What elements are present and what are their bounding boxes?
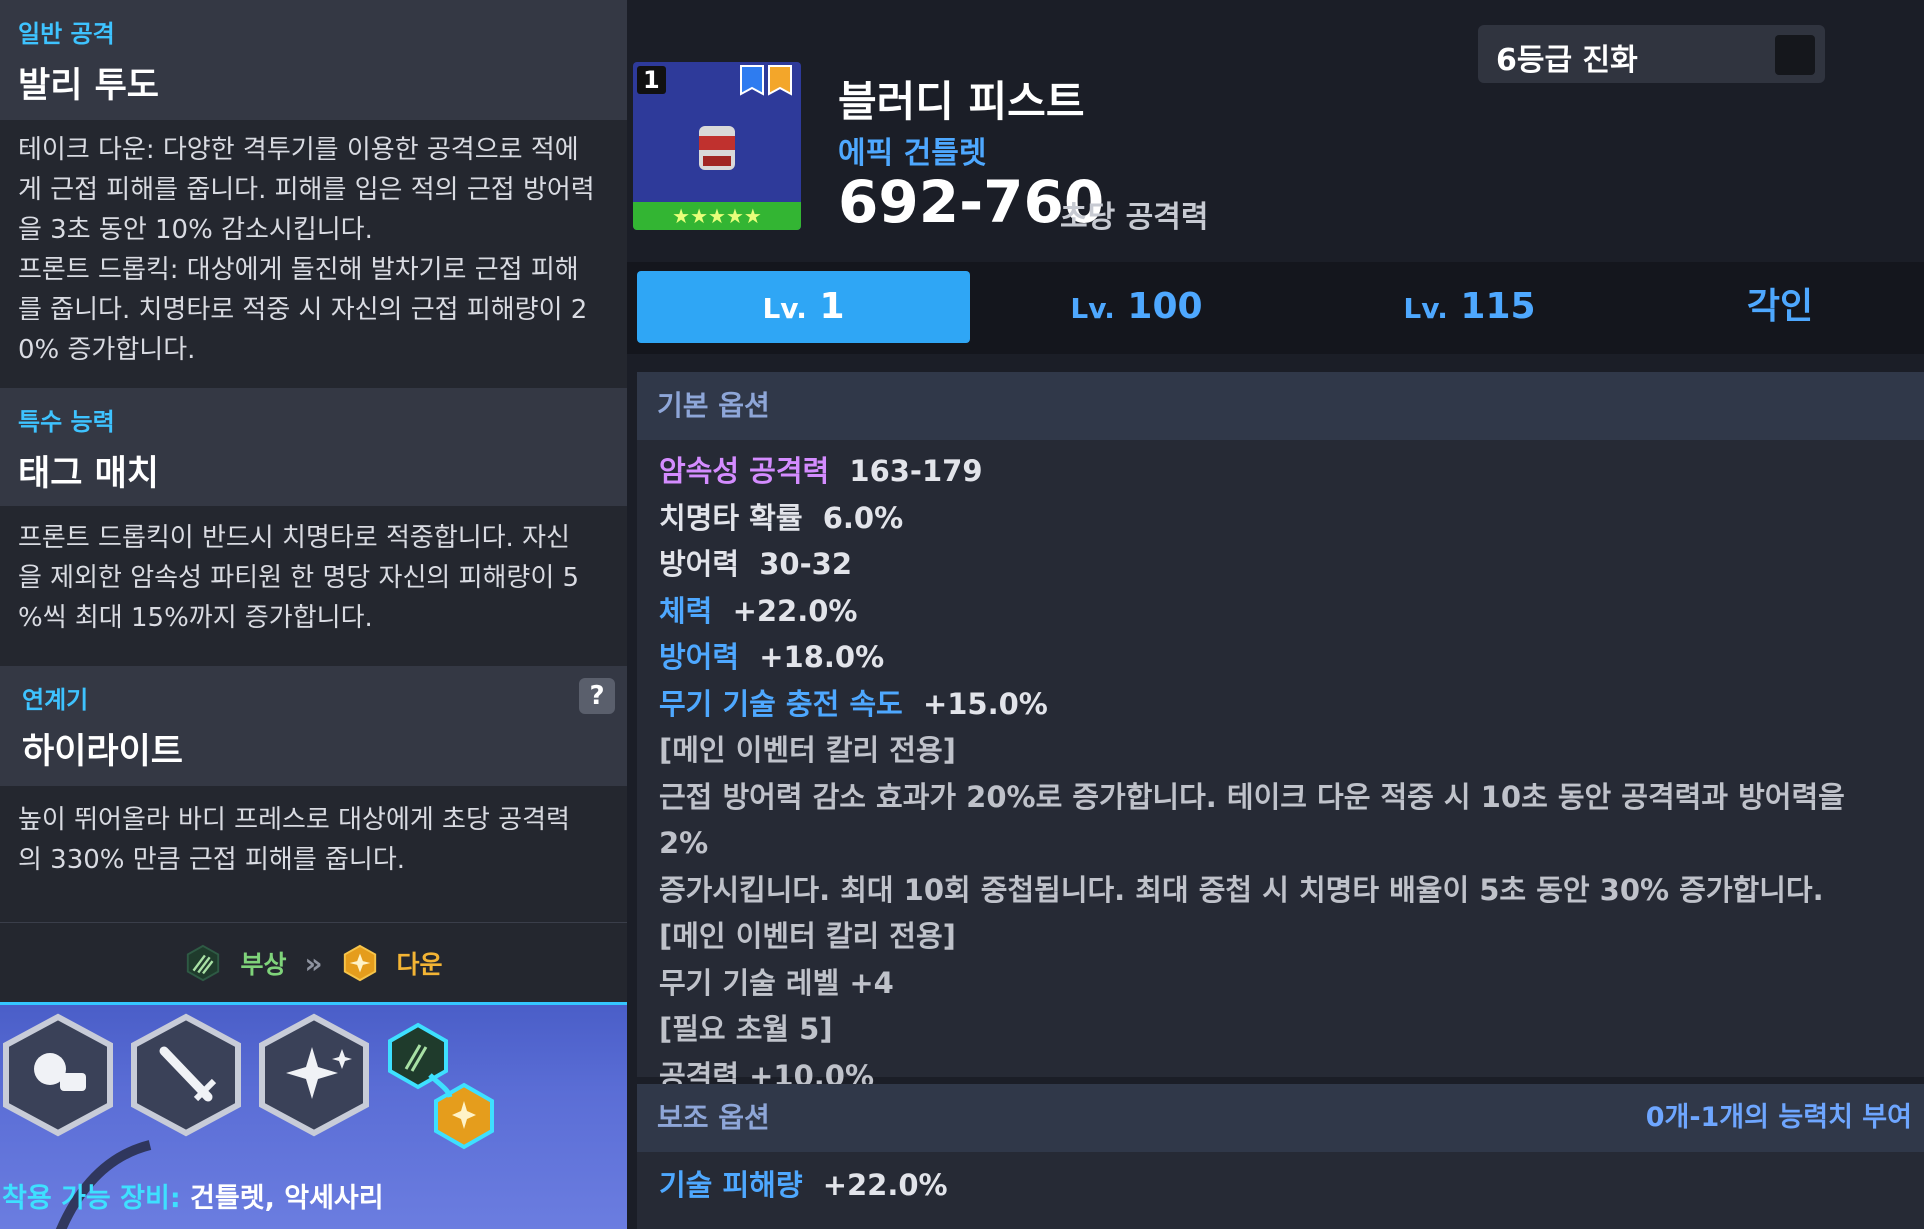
sword-icon[interactable] [131, 1013, 241, 1137]
special-ability-description: 프론트 드롭킥이 반드시 치명타로 적중합니다. 자신 을 제외한 암속성 파티… [0, 506, 627, 666]
special-ability-category: 특수 능력 [18, 408, 115, 436]
injury-icon [187, 944, 220, 982]
equip-area: 착용 가능 장비: 건틀렛, 악세사리 [0, 1002, 627, 1229]
equip-value: 건틀렛, 악세사리 [190, 1183, 384, 1214]
basic-options-header: 기본 옵션 [637, 372, 1924, 440]
chain-skill-header: 연계기 하이라이트 [0, 666, 627, 786]
sub-options-box: 보조 옵션 0개-1개의 능력치 부여 기술 피해량 +22.0% [637, 1084, 1924, 1229]
item-level-badge: 1 [637, 66, 666, 94]
level-tabs: Lv. 1 Lv. 100 Lv. 115 각인 [627, 262, 1924, 354]
chain-link-icon [388, 1022, 494, 1150]
sub-options-list: 기술 피해량 +22.0% [637, 1152, 1924, 1217]
basic-attack-title: 발리 투도 [18, 66, 159, 106]
down-label: 다운 [396, 950, 443, 979]
rarity-stars: ★★★★★ [633, 202, 801, 230]
evolve-label: 6등급 진화 [1496, 43, 1638, 78]
tab-lv-100[interactable]: Lv. 100 [970, 271, 1303, 343]
item-name: 블러디 피스트 [838, 77, 1085, 126]
option-line: 방어력 30-32 [659, 547, 852, 581]
tab-engrave[interactable]: 각인 [1636, 271, 1924, 343]
basic-options-list: 암속성 공격력 163-179 치명타 확률 6.0% 방어력 30-32 체력… [637, 440, 1924, 1107]
gauntlet-icon [699, 126, 735, 170]
badge-icons [740, 65, 792, 96]
option-line: 암속성 공격력 163-179 [659, 454, 983, 488]
option-line: 근접 방어력 감소 효과가 20%로 증가합니다. 테이크 다운 적중 시 10… [659, 779, 1845, 861]
equip-info: 착용 가능 장비: 건틀렛, 악세사리 [2, 1176, 384, 1215]
sub-options-header: 보조 옵션 0개-1개의 능력치 부여 [637, 1084, 1924, 1152]
chain-condition: 부상 » 다운 [0, 922, 627, 1003]
item-attack-label: 초당 공격력 [1060, 200, 1209, 235]
option-line: 방어력 +18.0% [659, 640, 885, 674]
injury-label: 부상 [240, 950, 287, 979]
item-type: 에픽 건틀렛 [838, 136, 987, 171]
option-line: [메인 이벤터 칼리 전용] [659, 919, 956, 953]
option-line: [메인 이벤터 칼리 전용] [659, 733, 956, 767]
chain-skill-category: 연계기 [22, 686, 89, 714]
option-line: 무기 기술 충전 속도 +15.0% [659, 686, 1048, 721]
basic-options-box: 기본 옵션 암속성 공격력 163-179 치명타 확률 6.0% 방어력 30… [637, 372, 1924, 1093]
down-icon [343, 944, 376, 982]
sub-options-note: 0개-1개의 능력치 부여 [1645, 1102, 1912, 1133]
option-line: 치명타 확률 6.0% [659, 500, 904, 535]
special-ability-header: 특수 능력 태그 매치 [0, 388, 627, 506]
option-line: 체력 +22.0% [659, 593, 858, 628]
tab-lv-115[interactable]: Lv. 115 [1303, 271, 1636, 343]
punch-icon[interactable] [3, 1013, 113, 1137]
chevron-right-icon: » [304, 946, 323, 980]
special-ability-title: 태그 매치 [18, 454, 159, 494]
sparkle-icon[interactable] [259, 1013, 369, 1137]
option-line: 기술 피해량 +22.0% [659, 1168, 948, 1202]
basic-attack-category: 일반 공격 [18, 20, 115, 48]
equip-label: 착용 가능 장비: [2, 1183, 181, 1214]
chain-skill-description: 높이 뛰어올라 바디 프레스로 대상에게 초당 공격력 의 330% 만큼 근접… [0, 786, 627, 921]
chain-skill-title: 하이라이트 [22, 732, 184, 772]
evolve-checkbox[interactable] [1775, 35, 1815, 75]
basic-attack-description: 테이크 다운: 다양한 격투기를 이용한 공격으로 적에 게 근접 피해를 줍니… [0, 120, 627, 388]
basic-attack-header: 일반 공격 발리 투도 [0, 0, 627, 120]
option-line: 증가시킵니다. 최대 10회 중첩됩니다. 최대 중첩 시 치명타 배율이 5초… [659, 872, 1824, 907]
item-thumbnail: 1 ★★★★★ [633, 62, 801, 230]
option-line: 무기 기술 레벨 +4 [659, 965, 894, 1000]
evolve-toggle[interactable]: 6등급 진화 [1478, 25, 1825, 83]
option-line: [필요 초월 5] [659, 1012, 833, 1046]
tab-lv-1[interactable]: Lv. 1 [637, 271, 970, 343]
help-button[interactable]: ? [579, 678, 615, 714]
